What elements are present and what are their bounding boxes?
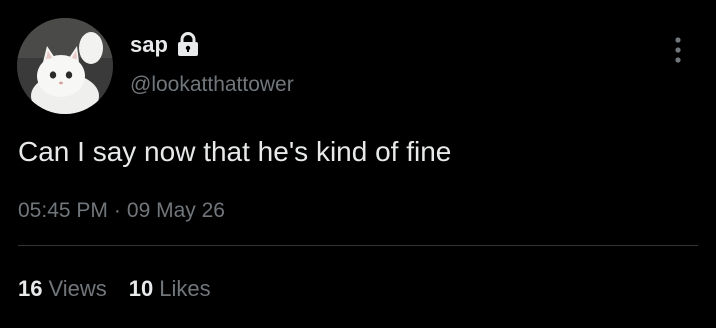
white-kitten-avatar-icon	[17, 18, 113, 114]
author-handle[interactable]: @lookatthattower	[130, 74, 294, 95]
avatar[interactable]	[17, 18, 113, 114]
likes-count: 10	[128, 276, 154, 301]
tweet-time: 05:45 PM	[18, 199, 108, 222]
lock-icon	[174, 32, 202, 58]
tweet-timestamp[interactable]: 05:45 PM · 09 May 26	[18, 200, 225, 221]
tweet-text: Can I say now that he's kind of fine	[18, 136, 452, 167]
views-count: 16	[18, 276, 43, 301]
meta-separator: ·	[113, 199, 121, 222]
views-stat[interactable]: 16 Views	[18, 278, 107, 300]
likes-stat[interactable]: 10 Likes	[129, 278, 211, 300]
tweet-card: sap @lookatthattower Can I say now that …	[0, 0, 716, 328]
divider	[18, 245, 698, 246]
author-display-name[interactable]: sap	[130, 34, 168, 56]
likes-label: Likes	[159, 276, 211, 301]
more-vertical-icon[interactable]	[668, 34, 688, 66]
author-name-row: sap	[130, 31, 202, 59]
tweet-stats: 16 Views 10 Likes	[18, 278, 211, 300]
views-label: Views	[48, 276, 107, 301]
tweet-date: 09 May 26	[126, 199, 225, 222]
